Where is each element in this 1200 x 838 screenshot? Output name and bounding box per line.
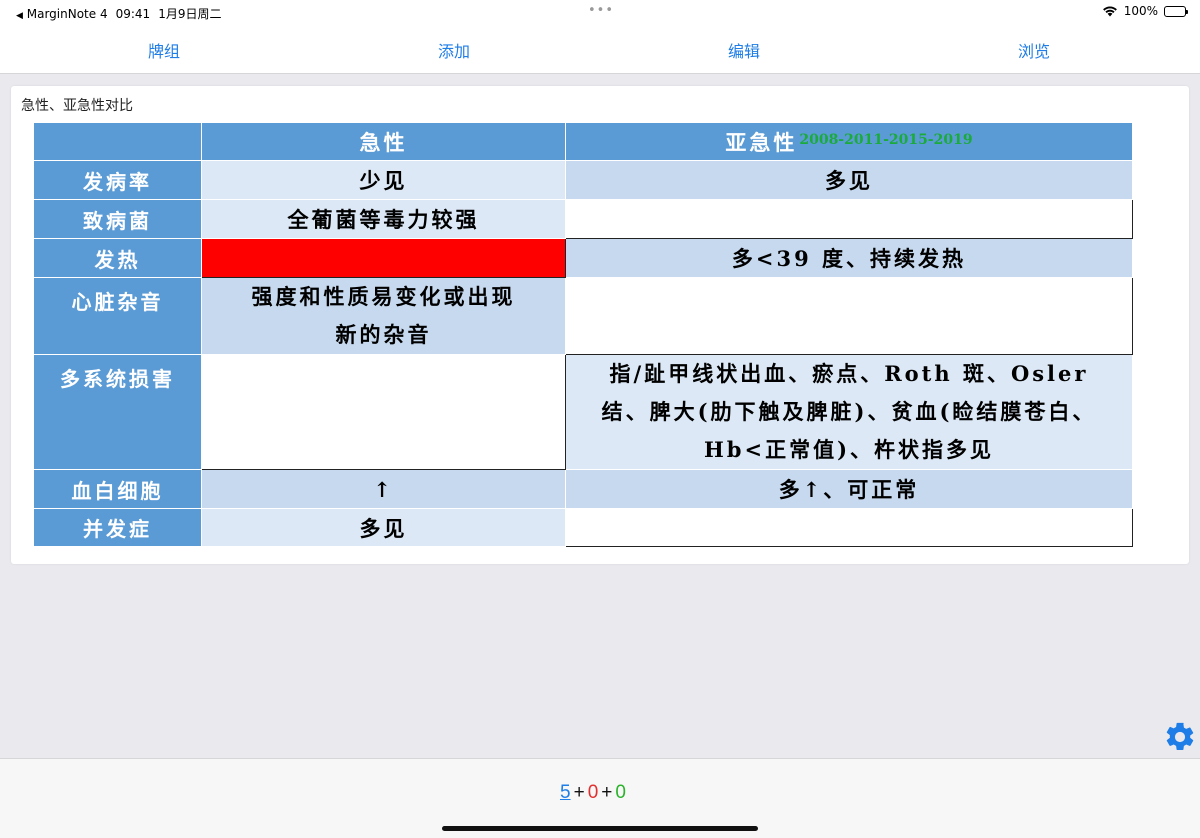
review-count: 0 [615,782,626,803]
row-label: 血白细胞 [33,469,202,509]
table-row: 多系统损害 指/趾甲线状出血、瘀点、Roth 斑、Osler 结、脾大(肋下触及脾… [33,354,1133,470]
subacute-cell-line: Hb<正常值)、杵状指多见 [703,437,995,462]
row-label: 并发症 [33,508,202,547]
row-label: 致病菌 [33,199,202,239]
acute-cell: 少见 [201,160,566,200]
cloze-blank-cell[interactable] [565,277,1133,355]
back-to-app-link[interactable]: ◀ MarginNote 4 [16,7,108,21]
edit-button[interactable]: 编辑 [728,38,760,62]
subacute-cell: 多见 [565,160,1133,200]
learning-count: 0 [587,782,599,803]
header-subacute-label: 亚急性 [725,129,798,155]
new-count[interactable]: 5 [560,782,571,803]
table-row: 心脏杂音 强度和性质易变化或出现 新的杂音 [33,277,1133,355]
acute-cell: 强度和性质易变化或出现 新的杂音 [201,277,566,355]
table-row: 发病率 少见 多见 [33,160,1133,200]
cloze-blank-cell[interactable] [565,508,1133,547]
acute-cell: 全葡菌等毒力较强 [201,199,566,239]
back-arrow-icon: ◀ [16,10,23,21]
row-label: 发热 [33,238,202,278]
header-subacute: 亚急性 2008-2011-2015-2019 [565,122,1133,161]
flashcard: 急性、亚急性对比 急性 亚急性 2008-2011-2015-2019 发病率 少… [11,86,1189,564]
subacute-cell: 多<39 度、持续发热 [565,238,1133,278]
header-acute: 急性 [201,122,566,161]
battery-percent: 100% [1123,4,1158,18]
exam-years-tag: 2008-2011-2015-2019 [799,131,973,148]
header-empty-cell [33,122,202,161]
subacute-cell: 指/趾甲线状出血、瘀点、Roth 斑、Osler 结、脾大(肋下触及脾脏)、贫血(… [565,354,1133,470]
home-indicator[interactable] [442,826,758,831]
table-row: 血白细胞 ↑ 多↑、可正常 [33,469,1133,509]
subacute-cell-line: 结、脾大(肋下触及脾脏)、贫血(睑结膜苍白、 [601,399,1097,424]
back-app-name: MarginNote 4 [26,6,108,21]
add-button[interactable]: 添加 [438,38,470,62]
table-row: 发热 多<39 度、持续发热 [33,238,1133,278]
acute-cell-line: 强度和性质易变化或出现 [251,284,516,309]
cloze-blank-cell[interactable] [201,354,566,470]
status-bar: ◀ MarginNote 4 09:41 1月9日周二 ••• 100% [0,0,1200,24]
subacute-cell-line: 指/趾甲线状出血、瘀点、Roth 斑、Osler [609,361,1089,386]
cloze-red-cell[interactable] [201,238,566,278]
review-counter: 5 +0 +0 [560,782,626,804]
acute-cell: ↑ [201,469,566,509]
row-label: 多系统损害 [33,354,202,470]
row-label: 心脏杂音 [33,277,202,355]
table-header-row: 急性 亚急性 2008-2011-2015-2019 [33,122,1133,161]
cloze-blank-cell[interactable] [565,199,1133,239]
card-title: 急性、亚急性对比 [21,98,133,114]
gear-icon[interactable] [1163,720,1197,754]
plus-sign: + [573,782,585,803]
top-toolbar: 牌组 添加 编辑 浏览 [0,24,1200,74]
table-row: 并发症 多见 [33,508,1133,547]
table-row: 致病菌 全葡菌等毒力较强 [33,199,1133,239]
battery-icon [1164,5,1188,17]
status-date: 1月9日周二 [158,7,222,21]
browse-button[interactable]: 浏览 [1018,38,1050,62]
comparison-table: 急性 亚急性 2008-2011-2015-2019 发病率 少见 多见 致病菌 … [33,122,1133,547]
bottom-bar: 5 +0 +0 [0,758,1200,838]
multitasking-dots-icon[interactable]: ••• [588,3,614,18]
status-right: 100% [1102,4,1188,18]
row-label: 发病率 [33,160,202,200]
status-left: ◀ MarginNote 4 09:41 1月9日周二 [16,5,221,22]
plus-sign: + [601,782,613,803]
subacute-cell: 多↑、可正常 [565,469,1133,509]
wifi-icon [1102,6,1117,17]
status-time: 09:41 [115,6,151,21]
acute-cell: 多见 [201,508,566,547]
acute-cell-line: 新的杂音 [335,322,432,347]
decks-button[interactable]: 牌组 [148,38,180,62]
